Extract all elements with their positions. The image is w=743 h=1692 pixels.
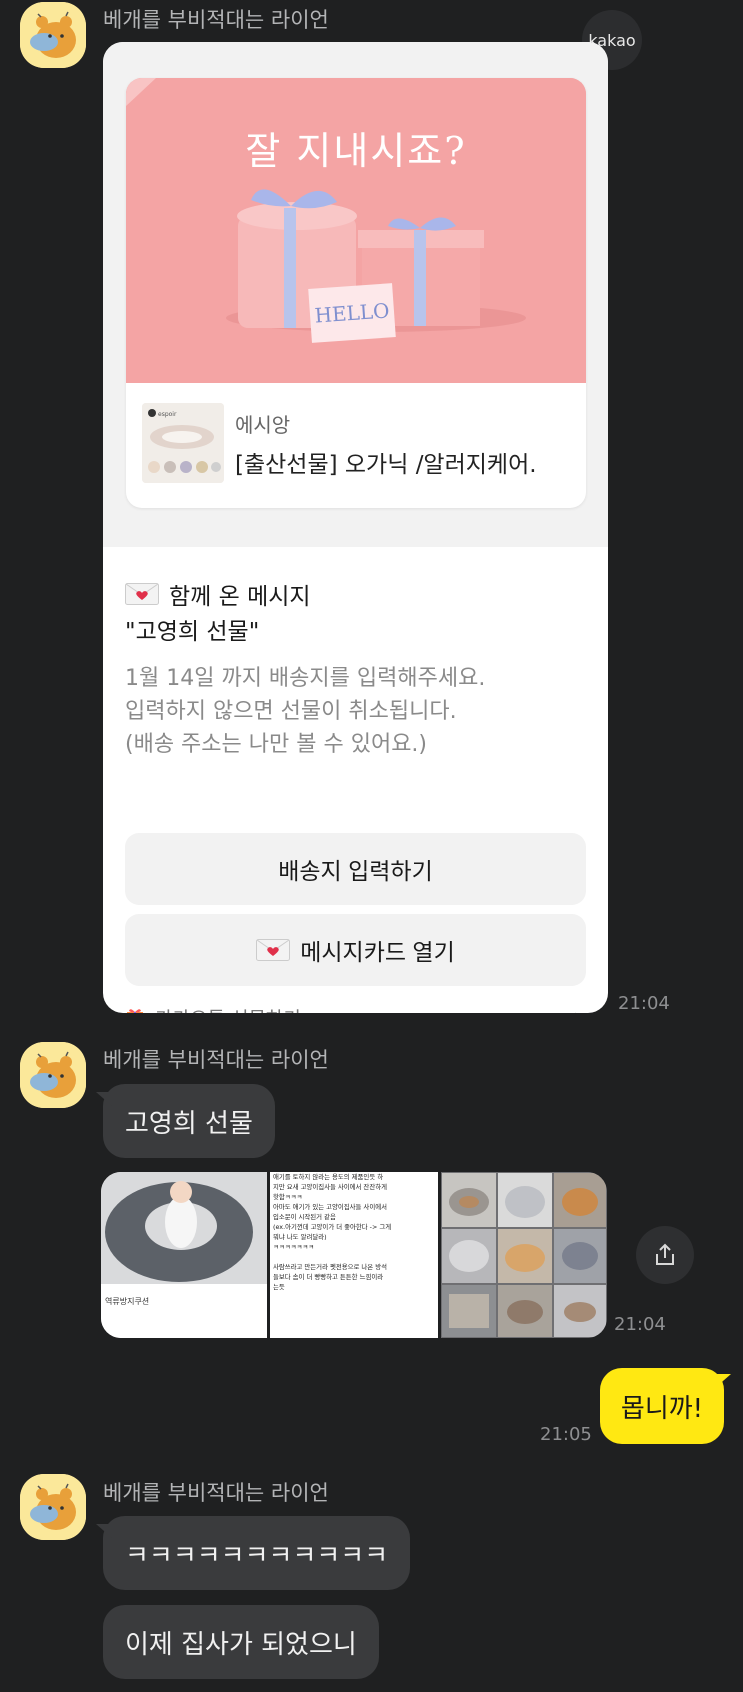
- photo-text-screenshot: 애기를 토하지 않라는 용도의 제품인듯 하지만 요새 고양이집사들 사이에서 …: [273, 1172, 435, 1292]
- gift-headline: 잘 지내시죠?: [245, 129, 467, 173]
- message-time: 21:05: [540, 1424, 592, 1445]
- message-heading: 함께 온 메시지: [125, 577, 311, 611]
- photo-thumbnail[interactable]: 역류방지쿠션: [101, 1172, 267, 1338]
- notice-line: (배송 주소는 나만 볼 수 있어요.): [125, 732, 428, 757]
- chat-bubble[interactable]: 고영희 선물: [103, 1084, 275, 1158]
- photo-text-line: 입소문이 시작된거 같음: [273, 1213, 336, 1221]
- delivery-notice: 1월 14일 까지 배송지를 입력해주세요. 입력하지 않으면 선물이 취소됩니…: [125, 662, 485, 761]
- open-message-card-button[interactable]: 메시지카드 열기: [125, 914, 586, 986]
- chevron-right-icon: ›: [573, 1005, 582, 1013]
- sender-avatar[interactable]: [20, 1042, 86, 1108]
- photo-caption: 역류방지쿠션: [105, 1297, 150, 1306]
- photo-text-line: 지만 요새 고양이집사들 사이에서 잔잔하게: [273, 1183, 387, 1191]
- photo-text-line: 애기를 토하지 않라는 용도의 제품인듯 하: [273, 1173, 384, 1181]
- gift-card[interactable]: HELLO 잘 지내시죠? espoir 에시앙 [출산선물] 오가닉 /알러지…: [103, 42, 608, 1013]
- sender-avatar[interactable]: [20, 1474, 86, 1540]
- ryan-avatar-icon: [20, 1474, 86, 1540]
- photo-text-line: 아마도 애기가 있는 고양이집사들 사이에서: [273, 1203, 387, 1211]
- notice-line: 1월 14일 까지 배송지를 입력해주세요.: [125, 666, 486, 691]
- photo-text-line: 들보다 솜이 더 빵빵하고 튼튼한 느낌이라: [273, 1273, 384, 1281]
- my-chat-bubble[interactable]: 몹니까!: [600, 1368, 724, 1444]
- gift-card-header: HELLO 잘 지내시죠? espoir 에시앙 [출산선물] 오가닉 /알러지…: [103, 42, 608, 547]
- share-icon: [656, 1243, 674, 1265]
- chat-bubble[interactable]: ㅋㅋㅋㅋㅋㅋㅋㅋㅋㅋㅋ: [103, 1516, 411, 1590]
- message-quote: "고영희 선물": [125, 619, 260, 645]
- thumb-brand: espoir: [158, 411, 177, 418]
- envelope-heart-icon: [125, 583, 159, 605]
- open-message-card-label: 메시지카드 열기: [300, 939, 455, 965]
- photo-text-line: 핫함ㅋㅋㅋ: [273, 1193, 303, 1201]
- sender-name: 베개를 부비적대는 라이언: [103, 8, 329, 32]
- product-title: [출산선물] 오가닉 /알러지케어.: [235, 452, 537, 478]
- sender-name: 베개를 부비적대는 라이언: [103, 1048, 329, 1072]
- photo-text-line: (ex.아기껀데 고양이가 더 좋아한다 -> 그게: [273, 1223, 392, 1231]
- gift-box-icon: [127, 1009, 143, 1013]
- gift-product-card[interactable]: HELLO 잘 지내시죠? espoir 에시앙 [출산선물] 오가닉 /알러지…: [126, 78, 586, 508]
- brand-name: 에시앙: [235, 413, 291, 437]
- photo-text-line: ㅋㅋㅋㅋㅋㅋㅋ: [273, 1243, 315, 1251]
- notice-line: 입력하지 않으면 선물이 취소됩니다.: [125, 699, 457, 724]
- sender-name: 베개를 부비적대는 라이언: [103, 1481, 329, 1505]
- sender-avatar[interactable]: [20, 2, 86, 68]
- photo-group[interactable]: 역류방지쿠션 애기를 토하지 않라는 용도의 제품인듯 하지만 요새 고양이집사…: [101, 1172, 607, 1338]
- ryan-avatar-icon: [20, 1042, 86, 1108]
- message-heading-text: 함께 온 메시지: [169, 584, 311, 610]
- photo-text-line: 뭐냐 나도 알려달라): [273, 1233, 327, 1241]
- message-time: 21:04: [614, 1314, 666, 1335]
- chat-bubble[interactable]: 이제 집사가 되었으니: [103, 1605, 379, 1679]
- photo-text-line: [273, 1252, 435, 1262]
- photo-thumbnail[interactable]: [441, 1172, 607, 1338]
- photo-text-line: 사람쓰라고 만든거라 펫전용으로 나온 방석: [273, 1263, 387, 1271]
- product-row[interactable]: espoir 에시앙 [출산선물] 오가닉 /알러지케어.: [142, 403, 582, 485]
- photo-text-line: 는듯: [273, 1283, 285, 1291]
- message-time: 21:04: [618, 993, 670, 1014]
- envelope-heart-icon: [256, 939, 291, 961]
- ryan-avatar-icon: [20, 2, 86, 68]
- product-thumbnail: espoir: [142, 403, 224, 483]
- share-button[interactable]: [636, 1226, 694, 1284]
- gift-image: HELLO 잘 지내시죠?: [126, 78, 586, 383]
- kakao-gift-footer[interactable]: 카카오톡 선물하기 ›: [125, 997, 586, 1013]
- photo-thumbnail[interactable]: 애기를 토하지 않라는 용도의 제품인듯 하지만 요새 고양이집사들 사이에서 …: [270, 1172, 438, 1338]
- footer-label: 카카오톡 선물하기: [155, 1004, 301, 1014]
- enter-address-button[interactable]: 배송지 입력하기: [125, 833, 586, 905]
